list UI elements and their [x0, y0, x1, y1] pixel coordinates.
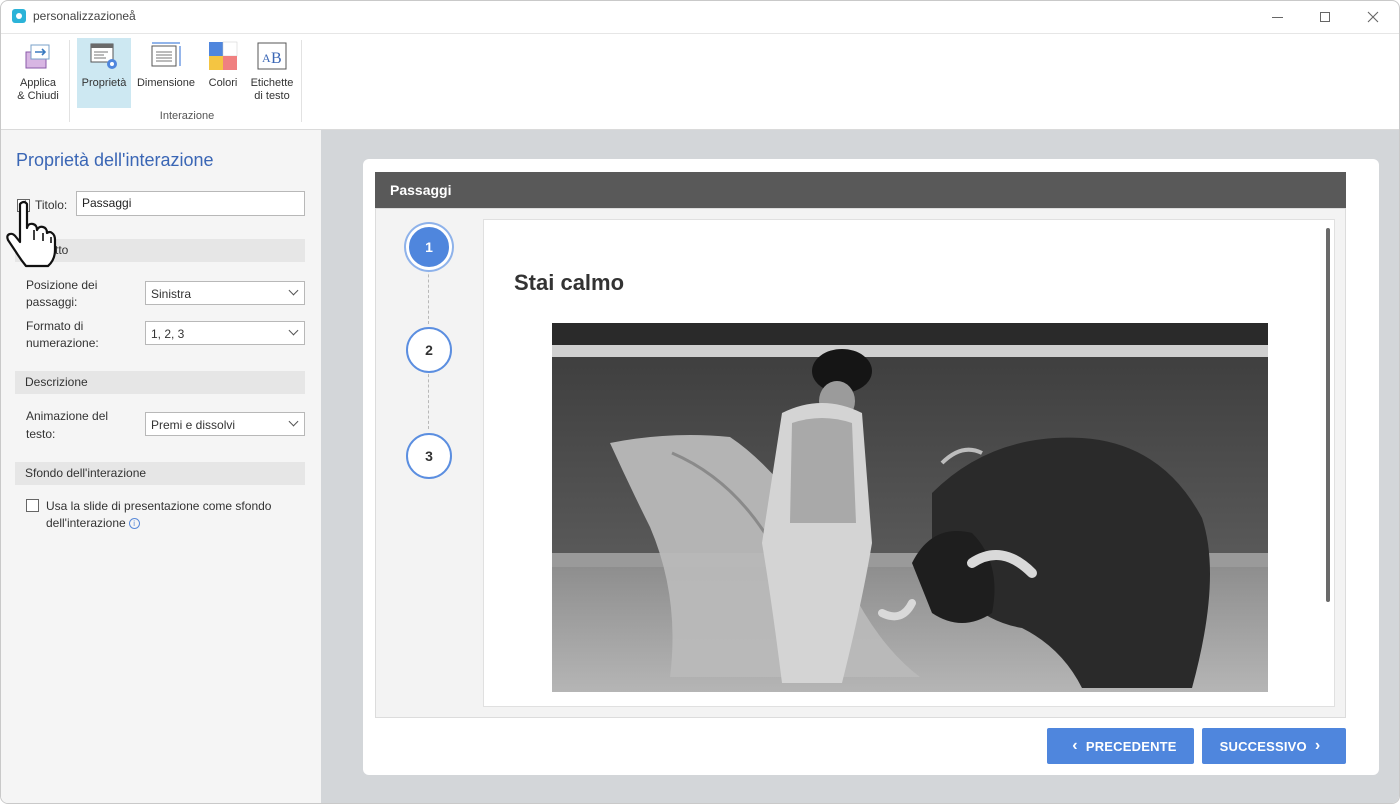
text-labels-button[interactable]: A B Etichette di testo [246, 38, 298, 108]
content-scrollbar[interactable] [1326, 228, 1330, 602]
step-title: Stai calmo [514, 270, 625, 295]
slide-background-label-2: dell'interazione [46, 516, 126, 530]
step-2[interactable]: 2 [406, 327, 452, 373]
properties-label: Proprietà [81, 77, 127, 89]
numbering-format-label-2: numerazione: [26, 336, 99, 350]
numbering-format-select[interactable]: 1, 2, 3 [145, 321, 305, 345]
previous-label: PRECEDENTE [1085, 738, 1177, 754]
steps-position-select[interactable]: Sinistra [145, 281, 305, 305]
bullfighter-photo [552, 323, 1268, 692]
text-animation-select[interactable]: Premi e dissolvi [145, 412, 305, 436]
preview-area: Passaggi 1 2 3 Stai calmo ‹ PRECEDENTE S… [321, 129, 1399, 803]
app-window: personalizzazioneå Applica & Chiudi Prop… [0, 0, 1400, 804]
close-button[interactable] [1353, 5, 1393, 29]
step-content: Stai calmo [483, 219, 1335, 707]
interaction-header: Passaggi [375, 172, 1346, 208]
title-input[interactable]: Passaggi [76, 191, 305, 216]
svg-text:B: B [271, 50, 282, 67]
dimension-button[interactable]: Dimensione [133, 38, 199, 108]
hand-cursor-icon [6, 200, 57, 268]
next-button[interactable]: SUCCESSIVO › [1202, 728, 1346, 764]
properties-panel: Proprietà dell'interazione Titolo: Passa… [1, 129, 321, 803]
chevron-left-icon: ‹ [1072, 737, 1078, 754]
section-description: Descrizione [15, 371, 305, 394]
numbering-format-value: 1, 2, 3 [151, 327, 185, 341]
text-labels-icon: A B [256, 40, 288, 72]
step-1[interactable]: 1 [409, 227, 449, 267]
dimension-label: Dimensione [136, 77, 196, 89]
section-background: Sfondo dell'interazione [15, 462, 305, 485]
ribbon-group-label: Interazione [159, 110, 215, 122]
close-icon [1367, 11, 1379, 23]
labels-label-line2: di testo [254, 90, 290, 102]
dimension-icon [150, 40, 182, 72]
colors-icon [207, 40, 239, 72]
slide-background-label-1: Usa la slide di presentazione come sfond… [46, 499, 272, 513]
labels-label-line1: Etichette [250, 77, 294, 89]
chevron-down-icon [288, 325, 299, 336]
text-animation-label-1: Animazione del [26, 409, 109, 423]
numbering-format-label-1: Formato di [26, 319, 84, 333]
apply-close-icon [22, 40, 54, 72]
maximize-icon [1320, 12, 1330, 22]
section-layout: tto [15, 239, 305, 262]
properties-icon [88, 40, 120, 72]
text-animation-value: Premi e dissolvi [151, 418, 236, 432]
step-connector [428, 264, 429, 324]
apply-label-line1: Applica [19, 77, 57, 89]
step-connector [428, 369, 429, 429]
properties-button[interactable]: Proprietà [77, 38, 131, 108]
ribbon-separator [69, 40, 70, 122]
steps-position-label-1: Posizione dei [26, 278, 98, 292]
steps-position-label-2: passaggi: [26, 295, 78, 309]
title-bar: personalizzazioneå [1, 1, 1399, 33]
window-title: personalizzazioneå [33, 9, 136, 23]
interaction-card: Passaggi 1 2 3 Stai calmo ‹ PRECEDENTE S… [363, 159, 1379, 775]
apply-label-line2: & Chiudi [17, 90, 59, 102]
slide-background-label-2-wrap: dell'interazione i [46, 516, 140, 530]
info-icon[interactable]: i [128, 518, 140, 529]
steps-position-value: Sinistra [151, 287, 192, 301]
slide-background-checkbox[interactable] [26, 499, 39, 512]
apply-close-button[interactable]: Applica & Chiudi [9, 38, 67, 108]
chevron-down-icon [288, 416, 299, 427]
maximize-button[interactable] [1305, 5, 1345, 29]
text-animation-label-2: testo: [26, 427, 56, 441]
panel-title: Proprietà dell'interazione [16, 150, 214, 170]
minimize-button[interactable] [1257, 5, 1297, 29]
svg-text:A: A [262, 51, 271, 65]
ribbon-separator [301, 40, 302, 122]
app-icon [12, 9, 26, 23]
colors-label: Colori [208, 77, 238, 89]
previous-button[interactable]: ‹ PRECEDENTE [1047, 728, 1194, 764]
ribbon-toolbar: Applica & Chiudi Proprietà Dimensione Co… [1, 33, 1399, 129]
next-label: SUCCESSIVO [1219, 738, 1307, 754]
chevron-down-icon [288, 285, 299, 296]
chevron-right-icon: › [1314, 737, 1321, 754]
step-3[interactable]: 3 [406, 433, 452, 479]
steps-container: 1 2 3 Stai calmo [375, 208, 1346, 718]
colors-button[interactable]: Colori [203, 38, 243, 108]
minimize-icon [1271, 16, 1283, 18]
